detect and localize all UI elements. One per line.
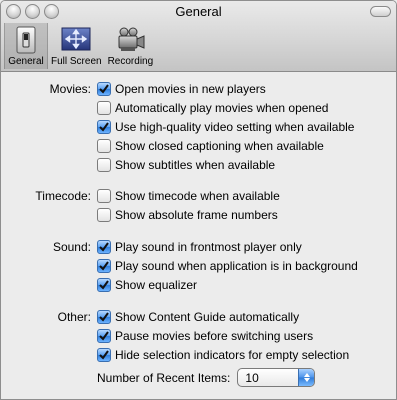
timecode-section-label: Timecode: xyxy=(35,189,91,203)
toolbar: General Full Screen Recording xyxy=(4,23,156,69)
option-label: Automatically play movies when opened xyxy=(115,101,329,115)
checkbox[interactable] xyxy=(97,120,111,134)
option-content-guide[interactable]: Show Content Guide automatically xyxy=(97,308,299,326)
option-show-subtitles[interactable]: Show subtitles when available xyxy=(97,156,275,174)
option-label: Show Content Guide automatically xyxy=(115,310,300,324)
popup-arrows-icon xyxy=(298,369,315,386)
checkbox[interactable] xyxy=(97,310,111,324)
tab-recording[interactable]: Recording xyxy=(105,23,157,69)
option-label: Show timecode when available xyxy=(115,189,280,203)
recent-items-popup[interactable]: 10 xyxy=(237,368,316,387)
tab-general[interactable]: General xyxy=(4,23,48,69)
video-camera-icon xyxy=(118,27,145,51)
tab-recording-label: Recording xyxy=(107,56,154,67)
checkbox[interactable] xyxy=(97,158,111,172)
option-pause-switching-users[interactable]: Pause movies before switching users xyxy=(97,327,313,345)
checkmark-icon xyxy=(99,331,109,341)
tab-full-screen[interactable]: Full Screen xyxy=(48,23,105,69)
checkbox[interactable] xyxy=(97,139,111,153)
checkmark-icon xyxy=(99,312,109,322)
option-closed-captioning[interactable]: Show closed captioning when available xyxy=(97,137,324,155)
option-label: Show equalizer xyxy=(115,278,198,292)
option-label: Use high-quality video setting when avai… xyxy=(115,120,355,134)
checkmark-icon xyxy=(99,350,109,360)
option-open-movies-new-players[interactable]: Open movies in new players xyxy=(97,80,266,98)
checkbox[interactable] xyxy=(97,259,111,273)
recent-items-row: Number of Recent Items: 10 xyxy=(97,368,316,387)
option-high-quality-video[interactable]: Use high-quality video setting when avai… xyxy=(97,118,354,136)
tab-general-label: General xyxy=(8,56,44,67)
option-label: Show absolute frame numbers xyxy=(115,208,278,222)
recent-items-value: 10 xyxy=(245,370,259,385)
checkmark-icon xyxy=(99,280,109,290)
option-label: Show subtitles when available xyxy=(115,158,276,172)
option-label: Pause movies before switching users xyxy=(115,329,314,343)
checkbox[interactable] xyxy=(97,240,111,254)
option-label: Hide selection indicators for empty sele… xyxy=(115,348,350,362)
checkbox[interactable] xyxy=(97,82,111,96)
option-show-timecode[interactable]: Show timecode when available xyxy=(97,187,280,205)
checkbox[interactable] xyxy=(97,189,111,203)
other-section-label: Other: xyxy=(57,310,91,324)
checkmark-icon xyxy=(99,84,109,94)
option-label: Show closed captioning when available xyxy=(115,139,324,153)
checkbox[interactable] xyxy=(97,101,111,115)
movies-section-label: Movies: xyxy=(49,82,91,96)
checkmark-icon xyxy=(99,261,109,271)
option-sound-frontmost-only[interactable]: Play sound in frontmost player only xyxy=(97,238,302,256)
title-toolbar: General General Full Screen Recording xyxy=(1,1,396,72)
window-title: General xyxy=(175,4,222,19)
tab-full-screen-label: Full Screen xyxy=(51,56,102,67)
sound-section-label: Sound: xyxy=(52,240,91,254)
general-pane: Movies: Open movies in new players Autom… xyxy=(1,72,396,399)
checkbox[interactable] xyxy=(97,329,111,343)
checkbox[interactable] xyxy=(97,348,111,362)
option-hide-selection-indicators[interactable]: Hide selection indicators for empty sele… xyxy=(97,346,349,364)
option-label: Play sound when application is in backgr… xyxy=(115,259,358,273)
option-absolute-frame-numbers[interactable]: Show absolute frame numbers xyxy=(97,206,278,224)
option-show-equalizer[interactable]: Show equalizer xyxy=(97,276,197,294)
checkmark-icon xyxy=(99,122,109,132)
fullscreen-icon xyxy=(61,27,91,51)
option-autoplay-movies[interactable]: Automatically play movies when opened xyxy=(97,99,328,117)
preferences-window: General General Full Screen Recording Mo… xyxy=(0,0,397,400)
option-sound-in-background[interactable]: Play sound when application is in backgr… xyxy=(97,257,358,275)
checkbox[interactable] xyxy=(97,208,111,222)
option-label: Open movies in new players xyxy=(115,82,266,96)
recent-items-label: Number of Recent Items: xyxy=(97,370,231,385)
option-label: Play sound in frontmost player only xyxy=(115,240,302,254)
checkbox[interactable] xyxy=(97,278,111,292)
checkmark-icon xyxy=(99,242,109,252)
switch-icon xyxy=(16,26,36,54)
toolbar-toggle-button[interactable] xyxy=(370,6,391,17)
